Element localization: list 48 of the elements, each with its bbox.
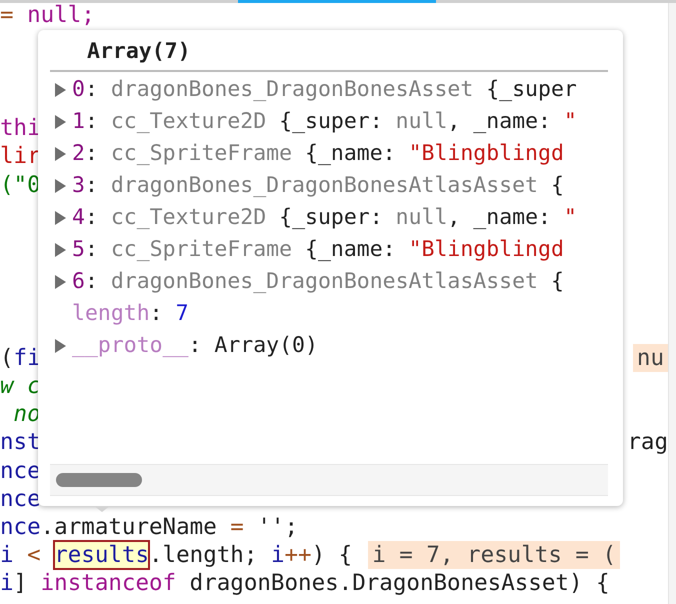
code-text: .length; xyxy=(149,541,258,570)
array-entry[interactable]: 4: cc_Texture2D {_super: null, _name: " xyxy=(72,203,577,233)
array-entry[interactable]: 0: dragonBones_DragonBonesAsset {_super xyxy=(72,75,577,105)
code-text: nce xyxy=(0,456,41,485)
inline-value: nu xyxy=(632,344,668,372)
code-text: i xyxy=(0,541,15,570)
code-text: ( xyxy=(0,344,14,372)
array-entry[interactable]: 6: dragonBones_DragonBonesAtlasAsset { xyxy=(72,267,564,297)
code-text: dragonBones.DragonBonesAsset) { xyxy=(188,569,610,598)
vertical-scrollbar[interactable] xyxy=(668,3,676,604)
code-text: i xyxy=(0,569,14,598)
code-text: = xyxy=(0,1,15,30)
code-text: ''; xyxy=(256,512,298,542)
inline-value: i = 7, results = ( xyxy=(368,541,620,570)
code-text: rag xyxy=(627,428,668,456)
expand-triangle-icon[interactable] xyxy=(55,147,66,161)
proto-property[interactable]: __proto__: Array(0) xyxy=(72,331,318,361)
code-text: .armatureName xyxy=(40,512,218,542)
code-text: instanceof xyxy=(40,569,176,598)
expand-triangle-icon[interactable] xyxy=(55,179,66,193)
expand-triangle-icon[interactable] xyxy=(55,275,66,289)
expand-triangle-icon[interactable] xyxy=(55,83,66,97)
code-text: nst xyxy=(0,428,41,456)
array-entry[interactable]: 3: dragonBones_DragonBonesAtlasAsset { xyxy=(72,171,564,201)
expand-triangle-icon[interactable] xyxy=(55,115,66,129)
code-text: i xyxy=(270,541,284,570)
code-text: ) { xyxy=(312,541,352,570)
array-entry[interactable]: 1: cc_Texture2D {_super: null, _name: " xyxy=(72,107,577,137)
code-text: < xyxy=(27,541,42,570)
popover-title: Array(7) xyxy=(86,38,192,66)
code-text: ++ xyxy=(284,541,312,570)
expand-triangle-icon[interactable] xyxy=(55,339,66,353)
horizontal-scrollbar[interactable] xyxy=(50,464,608,496)
array-entry[interactable]: 2: cc_SpriteFrame {_name: "Blingblingd xyxy=(72,139,564,169)
expand-triangle-icon[interactable] xyxy=(55,211,66,225)
code-text: fi xyxy=(14,344,41,372)
code-text: = xyxy=(230,512,244,542)
length-property: length: 7 xyxy=(72,300,189,328)
code-text: null; xyxy=(27,1,95,30)
code-text: thi xyxy=(0,114,41,142)
popover-pointer xyxy=(94,506,110,512)
code-text: ] xyxy=(14,569,28,598)
array-entry[interactable]: 5: cc_SpriteFrame {_name: "Blingblingd xyxy=(72,235,564,265)
code-text: nce xyxy=(0,512,41,542)
hovered-variable: results xyxy=(54,541,150,570)
code-text: lir xyxy=(0,142,41,171)
expand-triangle-icon[interactable] xyxy=(55,243,66,257)
code-text: nce xyxy=(0,484,41,513)
